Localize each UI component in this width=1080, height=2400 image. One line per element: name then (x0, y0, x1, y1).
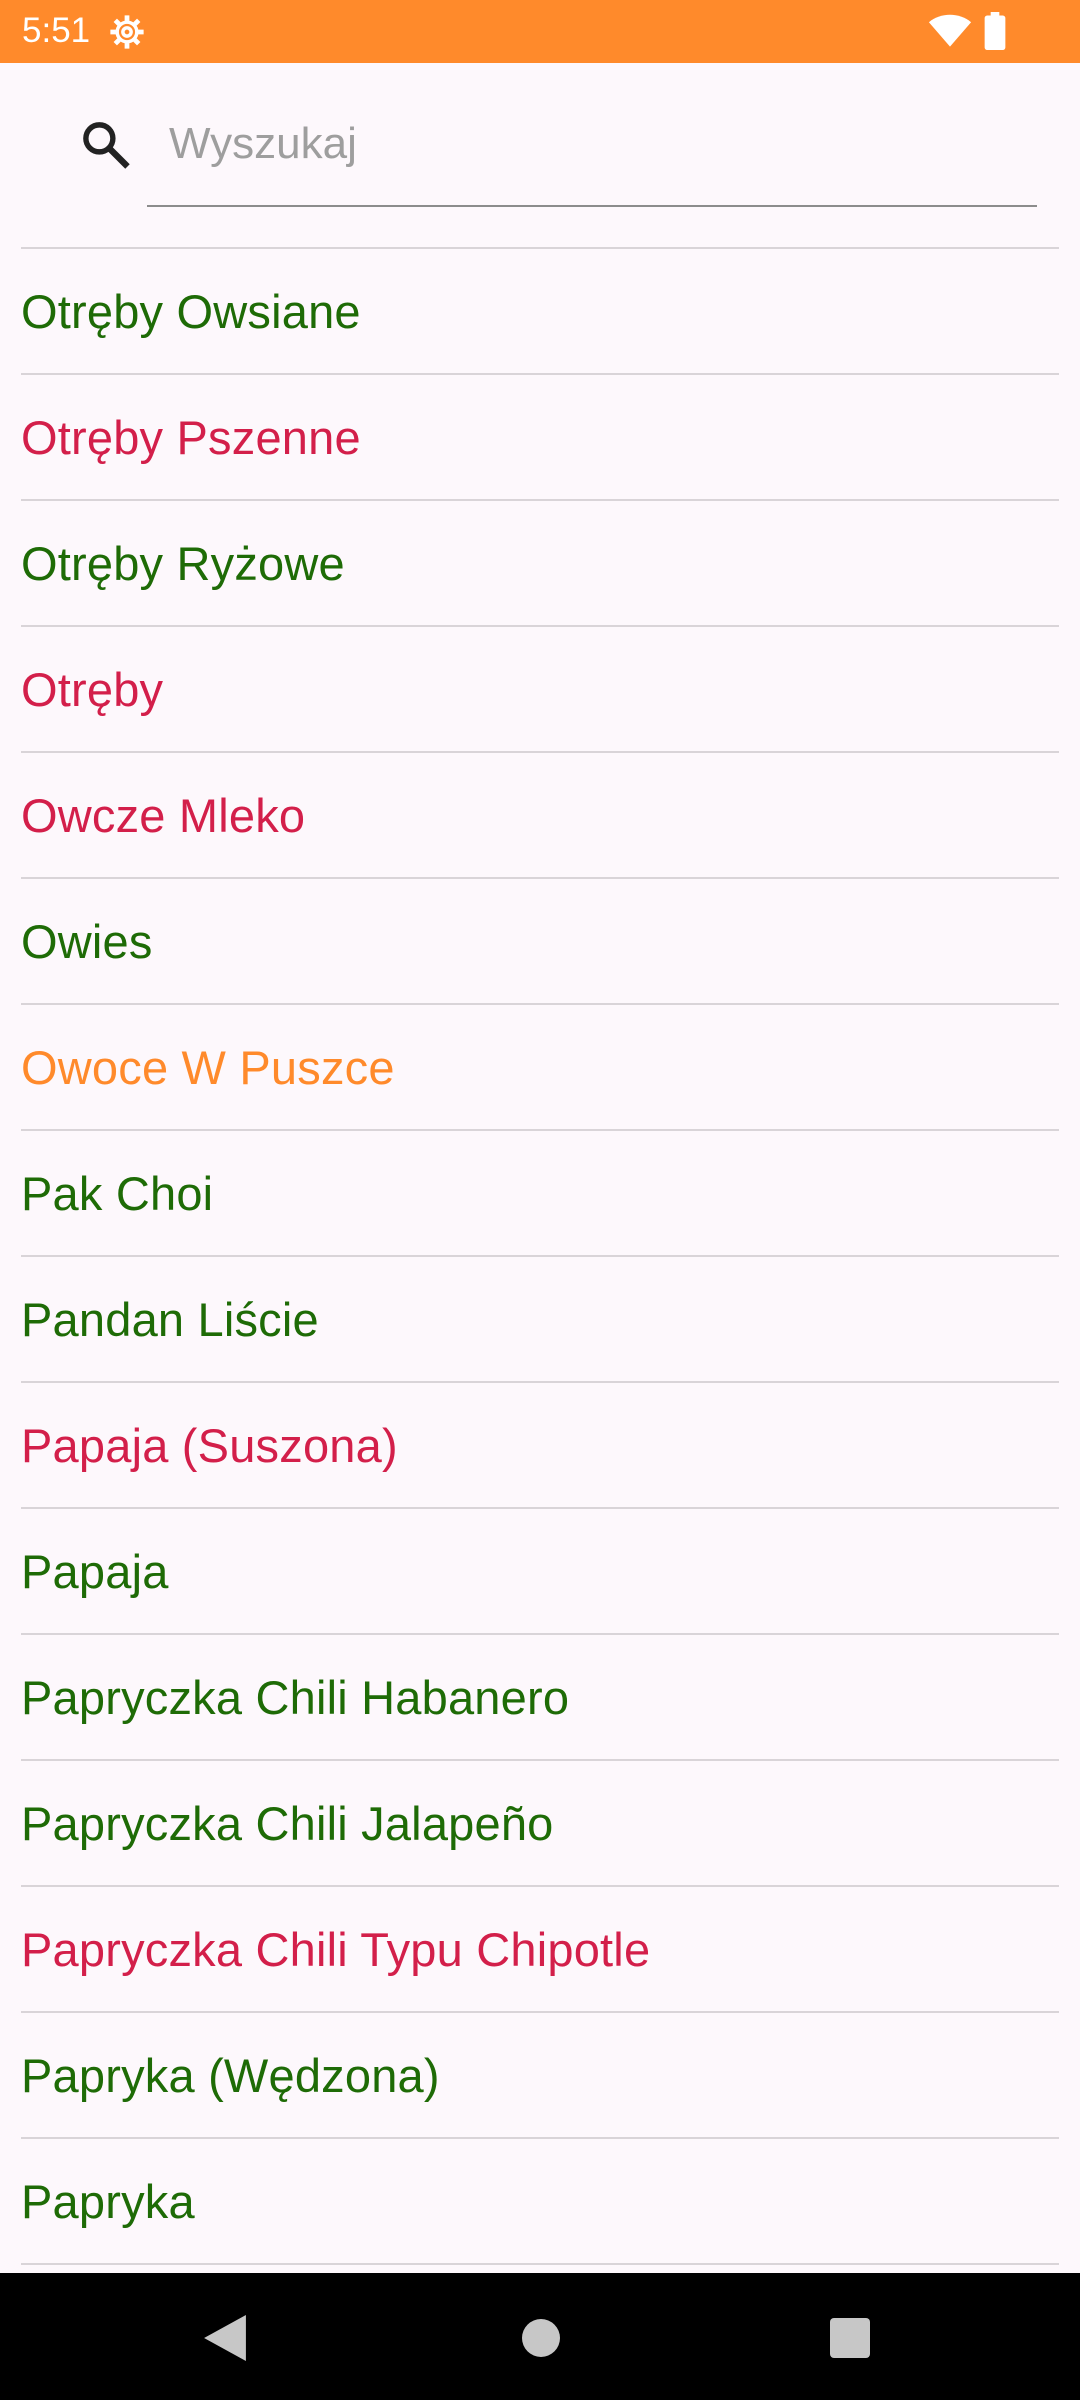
navigation-bar (0, 2273, 1080, 2400)
battery-icon (984, 12, 1006, 50)
status-time: 5:51 (22, 11, 91, 50)
back-icon[interactable] (203, 2315, 247, 2361)
list-item[interactable]: Papaja (Suszona) (21, 1383, 1059, 1509)
list-item[interactable]: Papryka (Wędzona) (21, 2013, 1059, 2139)
search-bar (0, 63, 1080, 243)
search-input[interactable] (147, 111, 1037, 177)
screen: 5:51 Wyszukaj Otręby Owsiane Otręby Psze… (0, 0, 1080, 2400)
list-item[interactable]: Papryczka Chili Jalapeño (21, 1761, 1059, 1887)
list-item[interactable]: Pandan Liście (21, 1257, 1059, 1383)
list-item[interactable]: Owies (21, 879, 1059, 1005)
list-item[interactable]: Papryczka Chili Habanero (21, 1635, 1059, 1761)
list-item[interactable]: Otręby Owsiane (21, 249, 1059, 375)
list-item[interactable]: Papaja (21, 1509, 1059, 1635)
list-item[interactable]: Owcze Mleko (21, 753, 1059, 879)
list-item[interactable]: Otręby (21, 627, 1059, 753)
wifi-icon (928, 14, 972, 47)
food-list[interactable]: Otręby Owsiane Otręby Pszenne Otręby Ryż… (21, 247, 1059, 2273)
search-underline (147, 205, 1037, 207)
status-bar: 5:51 (0, 0, 1080, 63)
recents-icon[interactable] (830, 2318, 870, 2358)
search-icon[interactable] (78, 117, 132, 171)
gear-icon (110, 15, 144, 49)
list-item[interactable]: Otręby Pszenne (21, 375, 1059, 501)
list-item[interactable]: Owoce W Puszce (21, 1005, 1059, 1131)
list-item[interactable]: Otręby Ryżowe (21, 501, 1059, 627)
home-icon[interactable] (522, 2319, 560, 2357)
list-item[interactable]: Pak Choi (21, 1131, 1059, 1257)
list-item[interactable]: Papryczka Chili Typu Chipotle (21, 1887, 1059, 2013)
list-item[interactable]: Papryka (21, 2139, 1059, 2265)
